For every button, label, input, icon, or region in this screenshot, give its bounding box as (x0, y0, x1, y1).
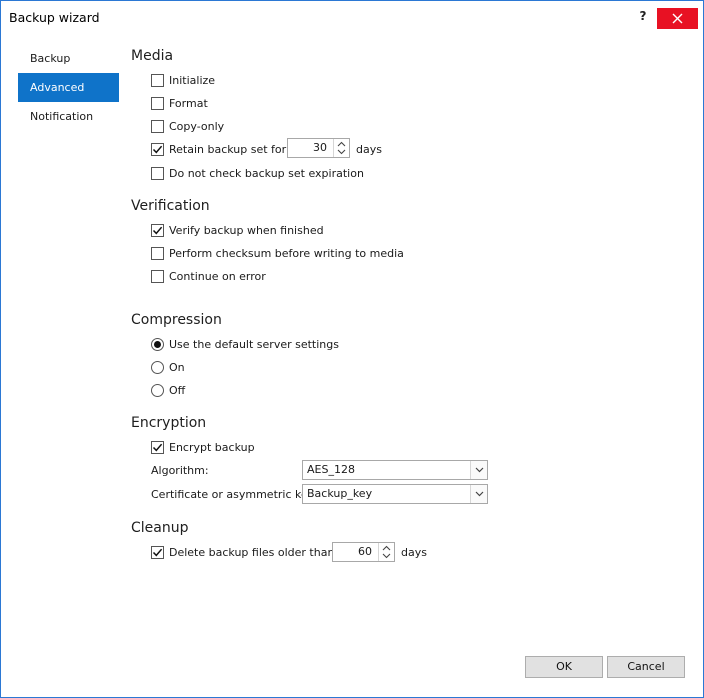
no-expiration-check-option[interactable]: Do not check backup set expiration (151, 165, 364, 181)
checksum-checkbox[interactable] (151, 246, 164, 260)
stepper-arrows[interactable] (378, 543, 394, 561)
retain-days-unit: days (356, 143, 382, 156)
checkmark-icon (152, 226, 163, 235)
compression-default-radio[interactable] (151, 337, 164, 351)
initialize-checkbox[interactable] (151, 73, 164, 87)
compression-section-title: Compression (131, 312, 222, 328)
encryption-section-title: Encryption (131, 415, 207, 431)
window-title: Backup wizard (9, 10, 100, 25)
nav-item-label: Backup (30, 52, 71, 65)
encrypt-label: Encrypt backup (169, 440, 255, 454)
algorithm-dropdown-button[interactable] (470, 461, 487, 479)
checkmark-icon (152, 548, 163, 557)
close-icon (672, 13, 683, 24)
chevron-up-icon (382, 545, 391, 551)
retain-days-stepper[interactable]: 30 (287, 138, 350, 158)
continue-on-error-option[interactable]: Continue on error (151, 268, 266, 284)
delete-older-checkbox[interactable] (151, 545, 164, 559)
certificate-key-value: Backup_key (307, 487, 373, 500)
certificate-key-label: Certificate or asymmetric key: (151, 488, 318, 501)
delete-older-option[interactable]: Delete backup files older than (151, 544, 334, 560)
retain-days-value[interactable]: 30 (290, 139, 331, 157)
checksum-option[interactable]: Perform checksum before writing to media (151, 245, 404, 261)
retain-option[interactable]: Retain backup set for (151, 141, 286, 157)
verify-checkbox[interactable] (151, 223, 164, 237)
delete-older-days-value[interactable]: 60 (335, 543, 376, 561)
chevron-down-icon (475, 491, 484, 497)
initialize-label: Initialize (169, 73, 216, 87)
compression-default-label: Use the default server settings (169, 337, 339, 351)
help-button[interactable]: ? (635, 9, 651, 27)
delete-older-days-unit: days (401, 546, 427, 559)
continue-on-error-label: Continue on error (169, 269, 266, 283)
compression-off-radio[interactable] (151, 383, 164, 397)
copy-only-checkbox[interactable] (151, 119, 164, 133)
compression-on-option[interactable]: On (151, 359, 185, 375)
chevron-down-icon (475, 467, 484, 473)
chevron-down-icon (382, 553, 391, 559)
format-option[interactable]: Format (151, 95, 208, 111)
nav-item-label: Advanced (30, 81, 85, 94)
title-bar: Backup wizard ? (1, 1, 703, 35)
chevron-down-icon (337, 149, 346, 155)
algorithm-value: AES_128 (307, 463, 355, 476)
compression-on-label: On (169, 360, 185, 374)
certificate-key-select[interactable]: Backup_key (302, 484, 488, 504)
cancel-button[interactable]: Cancel (607, 656, 685, 678)
compression-default-option[interactable]: Use the default server settings (151, 336, 339, 352)
checkmark-icon (152, 443, 163, 452)
ok-button[interactable]: OK (525, 656, 603, 678)
algorithm-select[interactable]: AES_128 (302, 460, 488, 480)
continue-on-error-checkbox[interactable] (151, 269, 164, 283)
checkmark-icon (152, 145, 163, 154)
verify-label: Verify backup when finished (169, 223, 324, 237)
retain-checkbox[interactable] (151, 142, 164, 156)
compression-off-option[interactable]: Off (151, 382, 185, 398)
close-button[interactable] (657, 8, 698, 29)
stepper-arrows[interactable] (333, 139, 349, 157)
no-expiration-check-label: Do not check backup set expiration (169, 166, 364, 180)
delete-older-days-stepper[interactable]: 60 (332, 542, 395, 562)
encrypt-checkbox[interactable] (151, 440, 164, 454)
nav-item-backup[interactable]: Backup (18, 44, 119, 73)
initialize-option[interactable]: Initialize (151, 72, 215, 88)
compression-on-radio[interactable] (151, 360, 164, 374)
nav-item-label: Notification (30, 110, 94, 123)
no-expiration-check-checkbox[interactable] (151, 166, 164, 180)
backup-wizard-window: Backup wizard ? Backup Advanced Notifica… (0, 0, 704, 698)
cleanup-section-title: Cleanup (131, 520, 189, 536)
nav-item-advanced[interactable]: Advanced (18, 73, 119, 102)
algorithm-label: Algorithm: (151, 464, 209, 477)
verify-option[interactable]: Verify backup when finished (151, 222, 324, 238)
certificate-key-dropdown-button[interactable] (470, 485, 487, 503)
format-label: Format (169, 96, 208, 110)
encrypt-option[interactable]: Encrypt backup (151, 439, 255, 455)
nav-item-notification[interactable]: Notification (18, 102, 119, 131)
format-checkbox[interactable] (151, 96, 164, 110)
retain-label: Retain backup set for (169, 142, 287, 156)
delete-older-label: Delete backup files older than (169, 545, 335, 559)
copy-only-label: Copy-only (169, 119, 225, 133)
checksum-label: Perform checksum before writing to media (169, 246, 404, 260)
chevron-up-icon (337, 141, 346, 147)
compression-off-label: Off (169, 383, 186, 397)
media-section-title: Media (131, 48, 174, 64)
copy-only-option[interactable]: Copy-only (151, 118, 224, 134)
verification-section-title: Verification (131, 198, 210, 214)
